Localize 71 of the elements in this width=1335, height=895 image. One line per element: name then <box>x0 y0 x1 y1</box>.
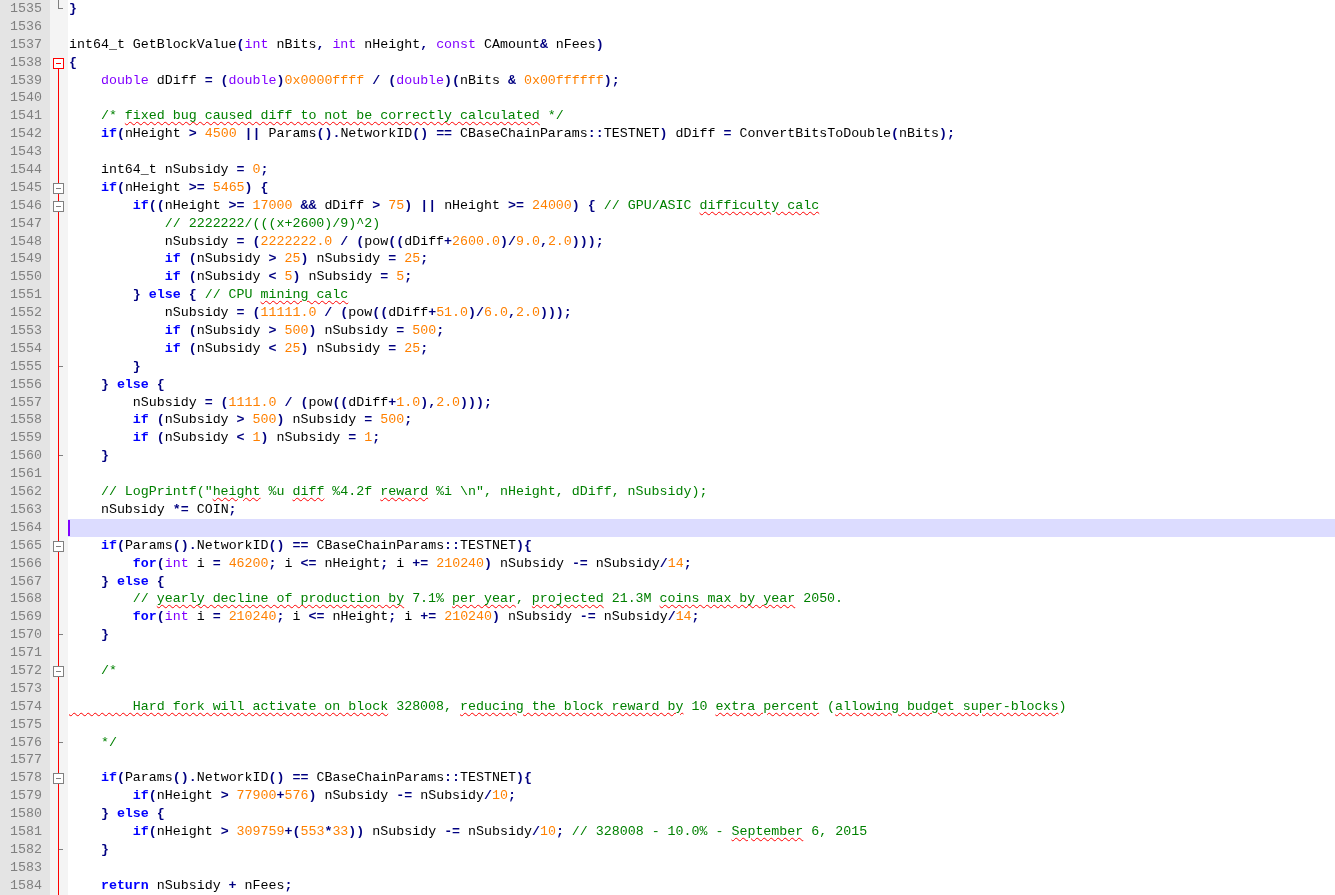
line-number: 1541 <box>0 107 50 126</box>
code-line: } <box>131 358 141 374</box>
code-line: } else { <box>99 573 165 589</box>
code-line: int64_t nSubsidy = 0; <box>99 162 269 177</box>
collapse-icon[interactable] <box>53 200 64 212</box>
line-number: 1544 <box>0 161 50 179</box>
line-number: 1577 <box>0 751 50 770</box>
collapse-icon[interactable] <box>53 540 64 552</box>
code-line: } else { <box>99 806 165 822</box>
code-line: } <box>69 1 77 16</box>
collapse-icon[interactable] <box>53 182 64 194</box>
code-line: if(nHeight >= 5465) { <box>99 179 269 195</box>
code-line: if (nSubsidy < 25) nSubsidy = 25; <box>163 340 429 356</box>
line-number: 1561 <box>0 465 50 484</box>
line-number: 1560 <box>0 447 50 466</box>
line-number: 1562 <box>0 483 50 501</box>
collapse-icon[interactable] <box>53 773 64 785</box>
line-number: 1569 <box>0 608 50 627</box>
code-line: if(nHeight > 4500 || Params().NetworkID() == CBaseChainParams::TESTNET) dDiff = ConvertBitsToDouble(nBits); <box>99 126 955 142</box>
line-number: 1568 <box>0 590 50 609</box>
line-number: 1549 <box>0 250 50 269</box>
code-line: Hard fork will activate on block 328008, reducing the block reward by 10 extra percent (allowing budget super-blocks) <box>131 698 1067 714</box>
code-line: if(nHeight > 309759+(553*33)) nSubsidy -= nSubsidy/10; // 328008 - 10.0% - September 6, 2015 <box>131 823 868 839</box>
code-line: return nSubsidy + nFees; <box>99 877 293 893</box>
code-line: } <box>99 448 109 464</box>
code-line: if (nSubsidy > 25) nSubsidy = 25; <box>163 251 429 267</box>
code-line: nSubsidy *= COIN; <box>99 501 237 517</box>
code-line: if (nSubsidy < 1) nSubsidy = 1; <box>131 430 381 446</box>
line-number: 1550 <box>0 268 50 287</box>
code-line: if((nHeight >= 17000 && dDiff > 75) || nHeight >= 24000) { // GPU/ASIC difficulty calc <box>131 197 820 213</box>
collapse-icon[interactable] <box>53 665 64 677</box>
line-number: 1571 <box>0 644 50 662</box>
line-number: 1551 <box>0 286 50 305</box>
line-number: 1559 <box>0 429 50 448</box>
line-number: 1540 <box>0 89 50 108</box>
line-number: 1535 <box>0 0 50 18</box>
code-line: if(Params().NetworkID() == CBaseChainParams::TESTNET){ <box>99 770 532 786</box>
code-line: */ <box>99 734 117 750</box>
code-line: } else { <box>99 376 165 392</box>
code-line: } <box>99 627 109 643</box>
code-line: { <box>69 54 77 70</box>
line-number: 1570 <box>0 626 50 645</box>
code-line: nSubsidy = (2222222.0 / (pow((dDiff+2600.0)/9.0,2.0))); <box>163 233 604 249</box>
code-line: nSubsidy = (1111.0 / (pow((dDiff+1.0),2.0))); <box>131 394 493 410</box>
code-line: // 2222222/(((x+2600)/9)^2) <box>163 215 381 231</box>
text-cursor <box>68 519 70 536</box>
code-line: // yearly decline of production by 7.1% per year, projected 21.3M coins max by year 2050. <box>131 591 844 607</box>
code-line: /* fixed bug caused diff to not be correctly calculated */ <box>99 108 564 124</box>
code-line: } <box>99 841 109 857</box>
code-line: int64_t GetBlockValue(int nBits, int nHeight, const CAmount& nFees) <box>69 36 604 52</box>
line-number: 1542 <box>0 125 50 144</box>
line-number: 1553 <box>0 322 50 340</box>
code-line: /* <box>99 662 117 678</box>
code-line: if (nSubsidy < 5) nSubsidy = 5; <box>163 269 413 285</box>
code-line: } else { // CPU mining calc <box>131 287 349 303</box>
collapse-icon[interactable] <box>53 57 64 69</box>
code-line: double dDiff = (double)0x0000ffff / (double)(nBits & 0x00ffffff); <box>99 72 620 88</box>
line-number: 1552 <box>0 304 50 323</box>
code-line: nSubsidy = (11111.0 / (pow((dDiff+51.0)/6.0,2.0))); <box>163 305 572 321</box>
line-number: 1543 <box>0 143 50 161</box>
code-line: if (nSubsidy > 500) nSubsidy = 500; <box>163 323 445 339</box>
code-line: if(nHeight > 77900+576) nSubsidy -= nSubsidy/10; <box>131 788 516 804</box>
line-number: 1580 <box>0 805 50 823</box>
code-line: if(Params().NetworkID() == CBaseChainParams::TESTNET){ <box>99 537 532 553</box>
line-number: 1579 <box>0 787 50 806</box>
code-line: // LogPrintf("height %u diff %4.2f reward %i \n", nHeight, dDiff, nSubsidy); <box>99 484 708 500</box>
line-number: 1578 <box>0 769 50 788</box>
line-number: 1558 <box>0 411 50 430</box>
code-line: for(int i = 210240; i <= nHeight; i += 210240) nSubsidy -= nSubsidy/14; <box>131 609 700 625</box>
code-line: for(int i = 46200; i <= nHeight; i += 210240) nSubsidy -= nSubsidy/14; <box>131 555 692 571</box>
code-line: if (nSubsidy > 500) nSubsidy = 500; <box>131 412 413 428</box>
